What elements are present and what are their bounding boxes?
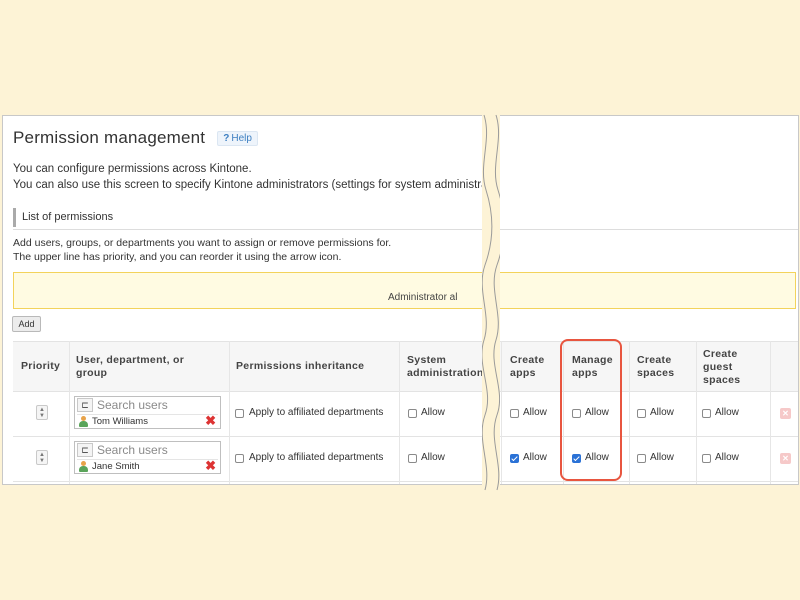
header-create-apps-line-1: Create — [510, 354, 545, 366]
create-spaces-checkbox[interactable] — [637, 454, 646, 463]
header-create-spaces-line-1: Create — [637, 354, 672, 366]
screenshot-cut-gap — [482, 0, 500, 600]
row-divider — [13, 481, 798, 482]
wavy-cut-edge — [482, 114, 500, 491]
header-create-apps: Create apps — [510, 354, 544, 380]
column-divider — [696, 341, 697, 484]
header-create-apps-line-2: apps — [510, 367, 536, 379]
header-create-spaces-line-2: spaces — [637, 367, 675, 379]
title-row: Permission management ? Help — [13, 128, 258, 148]
create-apps-checkbox[interactable] — [510, 454, 519, 463]
row-divider — [13, 391, 798, 392]
section-instructions: Add users, groups, or departments you wa… — [13, 236, 391, 264]
header-inheritance: Permissions inheritance — [236, 360, 365, 372]
user-name: Jane Smith — [92, 461, 140, 472]
user-icon — [78, 461, 89, 472]
user-chip: Tom Williams ✖ — [77, 414, 218, 428]
row-divider — [13, 436, 798, 437]
reorder-arrows-icon[interactable]: ▲ ▼ — [36, 450, 48, 465]
column-divider — [229, 341, 230, 484]
search-users-input[interactable] — [97, 398, 215, 412]
header-user-line-2: group — [76, 367, 108, 379]
row-divider — [13, 341, 798, 342]
allow-label: Allow — [715, 407, 739, 418]
search-users-input[interactable] — [97, 443, 215, 457]
allow-label: Allow — [650, 407, 674, 418]
help-label: Help — [231, 132, 252, 144]
permissions-table: Priority User, department, or group Permi… — [13, 341, 798, 484]
create-guest-spaces-checkbox[interactable] — [702, 454, 711, 463]
system-administration-checkbox[interactable] — [408, 454, 417, 463]
administrator-banner — [13, 272, 796, 309]
system-administration-checkbox[interactable] — [408, 409, 417, 418]
reorder-arrows-icon[interactable]: ▲ ▼ — [36, 405, 48, 420]
user-picker: ⊏ Tom Williams ✖ — [74, 396, 221, 429]
header-guest-line-1: Create — [703, 348, 738, 360]
delete-row-icon[interactable]: ✕ — [780, 453, 791, 464]
header-user: User, department, or group — [76, 354, 184, 380]
allow-label: Allow — [650, 452, 674, 463]
header-user-line-1: User, department, or — [76, 354, 185, 366]
help-icon: ? — [223, 132, 230, 144]
help-link[interactable]: ? Help — [217, 130, 258, 146]
section-divider — [13, 229, 798, 230]
description-line-2: You can also use this screen to specify … — [13, 179, 488, 191]
page-description: You can configure permissions across Kin… — [13, 161, 488, 193]
allow-label: Allow — [421, 407, 445, 418]
header-guest-line-3: spaces — [703, 374, 741, 386]
header-create-spaces: Create spaces — [637, 354, 674, 380]
remove-user-icon[interactable]: ✖ — [205, 414, 216, 427]
header-system-administration: System administration — [407, 354, 484, 380]
description-line-1: You can configure permissions across Kin… — [13, 163, 252, 175]
header-guest-line-2: guest — [703, 361, 733, 373]
header-priority: Priority — [21, 360, 61, 372]
inheritance-label: Apply to affiliated departments — [249, 407, 384, 418]
column-divider — [629, 341, 630, 484]
user-chip: Jane Smith ✖ — [77, 459, 218, 473]
column-divider — [501, 341, 502, 484]
user-picker: ⊏ Jane Smith ✖ — [74, 441, 221, 474]
header-sysadmin-line-1: System — [407, 354, 447, 366]
inheritance-label: Apply to affiliated departments — [249, 452, 384, 463]
instruction-line-1: Add users, groups, or departments you wa… — [13, 237, 392, 249]
header-create-guest-spaces: Create guest spaces — [703, 348, 740, 387]
inheritance-checkbox[interactable] — [235, 454, 244, 463]
user-icon — [78, 416, 89, 427]
user-name: Tom Williams — [92, 416, 148, 427]
section-title: List of permissions — [13, 208, 793, 227]
allow-label: Allow — [715, 452, 739, 463]
create-apps-checkbox[interactable] — [510, 409, 519, 418]
header-sysadmin-line-2: administration — [407, 367, 484, 379]
instruction-line-2: The upper line has priority, and you can… — [13, 251, 342, 263]
permission-management-panel: Permission management ? Help You can conf… — [2, 115, 799, 485]
administrator-banner-text: Administrator al — [388, 292, 458, 303]
allow-label: Allow — [523, 407, 547, 418]
create-guest-spaces-checkbox[interactable] — [702, 409, 711, 418]
org-chart-icon[interactable]: ⊏ — [77, 398, 93, 412]
allow-label: Allow — [523, 452, 547, 463]
page-title: Permission management — [13, 128, 206, 147]
delete-row-icon[interactable]: ✕ — [780, 408, 791, 419]
org-chart-icon[interactable]: ⊏ — [77, 443, 93, 457]
manage-apps-highlight — [560, 339, 622, 481]
column-divider — [69, 341, 70, 484]
remove-user-icon[interactable]: ✖ — [205, 459, 216, 472]
column-divider — [399, 341, 400, 484]
allow-label: Allow — [421, 452, 445, 463]
create-spaces-checkbox[interactable] — [637, 409, 646, 418]
inheritance-checkbox[interactable] — [235, 409, 244, 418]
column-divider — [770, 341, 771, 484]
add-button[interactable]: Add — [12, 316, 41, 332]
